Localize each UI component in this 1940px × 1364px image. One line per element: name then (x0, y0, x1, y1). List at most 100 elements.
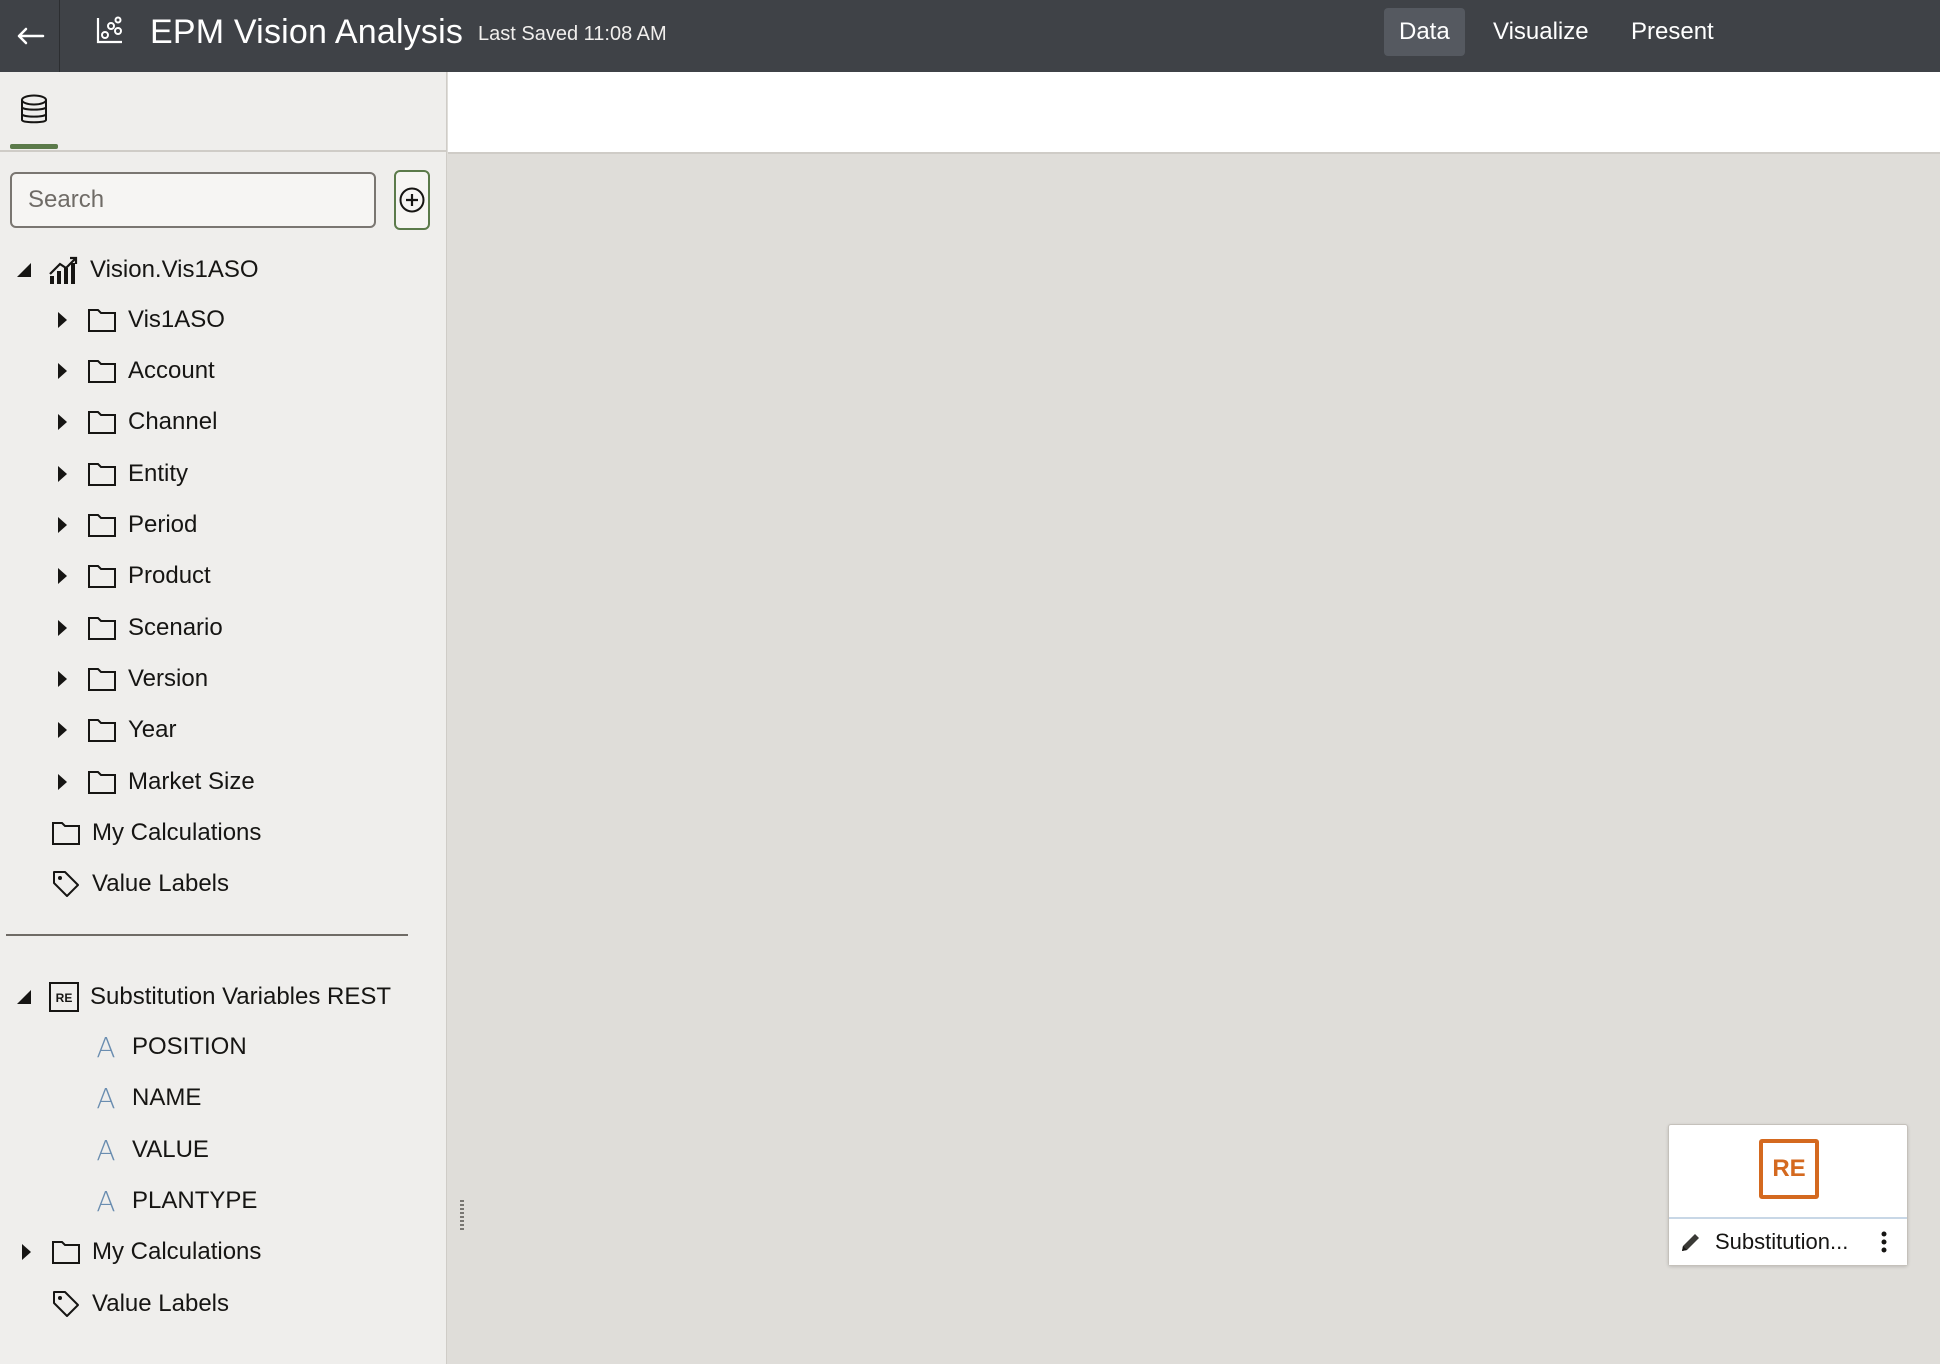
tab-present[interactable]: Present (1616, 8, 1729, 56)
re-source-icon: RE (48, 981, 80, 1013)
tree-node-label: Version (128, 665, 209, 692)
tree-node-label: POSITION (132, 1033, 247, 1060)
search-input[interactable] (10, 172, 376, 228)
folder-icon (86, 663, 118, 695)
panel-resize-handle[interactable] (459, 1200, 465, 1232)
tree-node-value-labels[interactable]: Value Labels (50, 1284, 229, 1324)
collapse-triangle-icon[interactable] (14, 260, 34, 280)
analytics-icon (96, 16, 122, 44)
tree-node-label: Channel (128, 408, 218, 435)
tree-node-folder[interactable]: Entity (52, 454, 188, 494)
expand-triangle-icon[interactable] (52, 618, 72, 638)
folder-icon (86, 355, 118, 387)
tree-node-label: Entity (128, 460, 189, 487)
header-bar: EPM Vision Analysis Last Saved 11:08 AM … (0, 0, 1940, 72)
tree-node-folder[interactable]: Channel (52, 402, 217, 442)
re-source-icon: RE (1759, 1139, 1819, 1199)
tab-data[interactable]: Data (1384, 8, 1465, 56)
re-icon-text: RE (56, 991, 73, 1005)
arrow-left-icon[interactable] (15, 26, 45, 46)
kebab-menu-icon (1881, 1231, 1887, 1253)
tag-icon (50, 868, 82, 900)
expand-triangle-icon[interactable] (52, 515, 72, 535)
folder-icon (86, 509, 118, 541)
database-icon (21, 94, 47, 124)
source-card-name: Substitution... (1715, 1229, 1849, 1254)
tree-node-label: Product (128, 562, 211, 589)
app-title: EPM Vision Analysis (150, 13, 464, 51)
attribute-icon: A (96, 1133, 116, 1167)
tree-node-vision-vis1aso[interactable]: Vision.Vis1ASO (14, 250, 259, 290)
tree-node-label: VALUE (132, 1136, 209, 1163)
back-button[interactable] (0, 0, 60, 72)
expand-triangle-icon[interactable] (52, 720, 72, 740)
card-footer: Substitution... (1669, 1217, 1907, 1265)
tree-node-value-labels[interactable]: Value Labels (50, 864, 229, 904)
tree-node-label: Period (128, 511, 198, 538)
tree-node-attribute[interactable]: A VALUE (90, 1130, 209, 1170)
tree-node-folder[interactable]: Vis1ASO (52, 300, 225, 340)
tree-node-label: Value Labels (92, 1290, 229, 1317)
tree-node-my-calculations[interactable]: My Calculations (16, 1232, 261, 1272)
attribute-icon: A (96, 1184, 116, 1218)
add-data-button[interactable] (394, 170, 430, 230)
folder-icon (86, 612, 118, 644)
expand-triangle-icon[interactable] (52, 464, 72, 484)
expand-triangle-icon[interactable] (16, 1242, 36, 1262)
tree-node-label: Vis1ASO (128, 306, 225, 333)
tree-node-label: My Calculations (92, 1238, 262, 1265)
cube-chart-icon (48, 254, 80, 286)
tree-node-label: NAME (132, 1084, 202, 1111)
tab-visualize[interactable]: Visualize (1478, 8, 1604, 56)
tree-node-folder[interactable]: Market Size (52, 762, 255, 802)
tree-node-label: My Calculations (92, 819, 262, 846)
folder-icon (50, 1236, 82, 1268)
add-circle-icon (399, 187, 425, 213)
collapse-triangle-icon[interactable] (14, 987, 34, 1007)
tree-node-folder[interactable]: Period (52, 505, 197, 545)
source-name: Substitution Variables REST (90, 983, 392, 1010)
folder-icon (86, 406, 118, 438)
tree-node-label: Scenario (128, 614, 223, 641)
tree-node-attribute[interactable]: A PLANTYPE (90, 1181, 257, 1221)
last-saved-status: Last Saved 11:08 AM (478, 23, 667, 45)
folder-icon (86, 304, 118, 336)
expand-triangle-icon[interactable] (52, 361, 72, 381)
data-tab[interactable] (10, 88, 58, 152)
active-tab-indicator (10, 144, 58, 149)
canvas-header (448, 72, 1940, 154)
attribute-icon: A (96, 1081, 116, 1115)
tree-node-label: Market Size (128, 768, 255, 795)
expand-triangle-icon[interactable] (52, 310, 72, 330)
tree-node-my-calculations[interactable]: My Calculations (50, 813, 261, 853)
folder-icon (86, 458, 118, 490)
tree-node-folder[interactable]: Version (52, 659, 208, 699)
expand-triangle-icon[interactable] (52, 412, 72, 432)
tree-node-label: Year (128, 716, 177, 743)
expand-triangle-icon[interactable] (52, 669, 72, 689)
tree-node-folder[interactable]: Year (52, 710, 177, 750)
edit-source-button[interactable] (1673, 1224, 1709, 1260)
divider (6, 934, 408, 936)
source-name: Vision.Vis1ASO (90, 256, 259, 283)
expand-triangle-icon[interactable] (52, 566, 72, 586)
tree-node-label: PLANTYPE (132, 1187, 258, 1214)
tree-node-attribute[interactable]: A POSITION (90, 1027, 247, 1067)
pencil-icon (1682, 1234, 1699, 1251)
expand-triangle-icon[interactable] (52, 772, 72, 792)
data-panel: Vision.Vis1ASO Vis1ASO Account Channel E… (0, 72, 447, 1364)
tree-node-folder[interactable]: Scenario (52, 608, 223, 648)
tree-node-folder[interactable]: Product (52, 556, 211, 596)
divider (0, 150, 447, 152)
tag-icon (50, 1288, 82, 1320)
folder-icon (86, 766, 118, 798)
data-source-card[interactable]: RE Substitution... (1668, 1124, 1908, 1266)
tree-node-attribute[interactable]: A NAME (90, 1078, 201, 1118)
tree-node-substitution-variables-rest[interactable]: RE Substitution Variables REST (14, 977, 391, 1017)
folder-icon (86, 560, 118, 592)
folder-icon (50, 817, 82, 849)
tree-node-folder[interactable]: Account (52, 351, 215, 391)
card-menu-button[interactable] (1869, 1222, 1899, 1262)
folder-icon (86, 714, 118, 746)
tree-node-label: Value Labels (92, 870, 229, 897)
